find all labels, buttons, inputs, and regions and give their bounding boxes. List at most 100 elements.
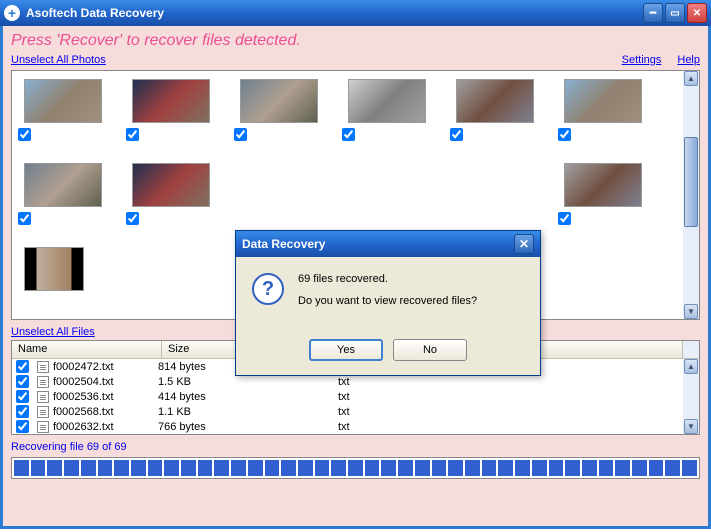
progress-segment: [148, 460, 163, 476]
dialog-message: 69 files recovered. Do you want to view …: [298, 273, 477, 317]
progress-segment: [281, 460, 296, 476]
file-checkbox[interactable]: [16, 360, 29, 373]
progress-segment: [164, 460, 179, 476]
table-row[interactable]: f0002568.txt 1.1 KBtxt: [12, 404, 699, 419]
scroll-thumb[interactable]: [684, 137, 698, 227]
photo-thumb: [132, 163, 210, 207]
progress-segment: [482, 460, 497, 476]
progress-segment: [231, 460, 246, 476]
dialog-close-button[interactable]: ✕: [514, 234, 534, 254]
close-button[interactable]: ✕: [687, 3, 707, 23]
photo-thumb: [564, 163, 642, 207]
progress-segment: [465, 460, 480, 476]
table-row[interactable]: f0002504.txt1.5 KBtxt: [12, 374, 699, 389]
file-checkbox[interactable]: [16, 420, 29, 433]
progress-segment: [298, 460, 313, 476]
unselect-all-files-link[interactable]: Unselect All Files: [11, 326, 95, 338]
photo-item[interactable]: [564, 79, 642, 123]
dialog-title: Data Recovery: [242, 237, 514, 251]
photo-item[interactable]: [456, 79, 534, 123]
photo-item[interactable]: [24, 163, 102, 207]
photo-item[interactable]: [24, 79, 102, 123]
progress-segment: [248, 460, 263, 476]
file-name: f0002472.txt: [53, 361, 114, 373]
scroll-up-icon[interactable]: ▲: [684, 359, 698, 374]
photo-thumb: [132, 79, 210, 123]
file-checkbox[interactable]: [16, 390, 29, 403]
minimize-button[interactable]: ━: [643, 3, 663, 23]
photo-thumb: [240, 79, 318, 123]
unselect-all-photos-link[interactable]: Unselect All Photos: [11, 54, 106, 66]
photo-item[interactable]: [240, 79, 318, 123]
photo-item[interactable]: [348, 79, 426, 123]
app-icon: +: [4, 5, 20, 21]
help-link[interactable]: Help: [677, 54, 700, 66]
file-ext: txt: [338, 406, 478, 418]
progress-segment: [632, 460, 647, 476]
progress-segment: [81, 460, 96, 476]
progress-segment: [181, 460, 196, 476]
progress-segment: [365, 460, 380, 476]
photo-checkbox[interactable]: [18, 212, 31, 225]
file-checkbox[interactable]: [16, 405, 29, 418]
progress-segment: [532, 460, 547, 476]
dialog-titlebar: Data Recovery ✕: [236, 231, 540, 257]
settings-link[interactable]: Settings: [622, 54, 662, 66]
no-button[interactable]: No: [393, 339, 467, 361]
photo-checkbox[interactable]: [126, 128, 139, 141]
table-row[interactable]: f0002632.txt 766 bytestxt: [12, 419, 699, 434]
progress-segment: [615, 460, 630, 476]
progress-segment: [348, 460, 363, 476]
file-name: f0002568.txt: [53, 406, 114, 418]
photo-item[interactable]: [132, 163, 210, 207]
photo-checkbox[interactable]: [18, 128, 31, 141]
progress-segment: [131, 460, 146, 476]
scroll-up-icon[interactable]: ▲: [684, 71, 698, 86]
photo-scrollbar[interactable]: ▲ ▼: [683, 71, 699, 319]
file-icon: [37, 406, 49, 418]
titlebar: + Asoftech Data Recovery ━ ▭ ✕: [0, 0, 711, 26]
column-header-name[interactable]: Name: [12, 341, 162, 358]
file-size: 414 bytes: [158, 391, 338, 403]
window-body: Press 'Recover' to recover files detecte…: [0, 26, 711, 529]
progress-segment: [265, 460, 280, 476]
file-ext: txt: [338, 391, 478, 403]
photo-checkbox[interactable]: [126, 212, 139, 225]
photo-item[interactable]: [564, 163, 642, 207]
file-ext: txt: [338, 421, 478, 433]
yes-button[interactable]: Yes: [309, 339, 383, 361]
file-icon: [37, 391, 49, 403]
photo-checkbox[interactable]: [450, 128, 463, 141]
photo-checkbox[interactable]: [342, 128, 355, 141]
file-size: 1.1 KB: [158, 406, 338, 418]
status-text: Recovering file 69 of 69: [11, 441, 700, 453]
photo-thumb: [24, 163, 102, 207]
file-size: 766 bytes: [158, 421, 338, 433]
photo-checkbox[interactable]: [558, 128, 571, 141]
file-name: f0002632.txt: [53, 421, 114, 433]
file-scrollbar[interactable]: ▲ ▼: [683, 359, 699, 434]
file-checkbox[interactable]: [16, 375, 29, 388]
photo-item[interactable]: [24, 247, 102, 291]
file-size: 1.5 KB: [158, 376, 338, 388]
progress-bar: [11, 457, 700, 479]
scroll-down-icon[interactable]: ▼: [684, 419, 698, 434]
progress-segment: [448, 460, 463, 476]
progress-segment: [198, 460, 213, 476]
progress-segment: [331, 460, 346, 476]
question-icon: ?: [252, 273, 284, 305]
maximize-button[interactable]: ▭: [665, 3, 685, 23]
photo-checkbox[interactable]: [234, 128, 247, 141]
photo-item[interactable]: [132, 79, 210, 123]
progress-segment: [665, 460, 680, 476]
file-ext: txt: [338, 376, 478, 388]
progress-segment: [582, 460, 597, 476]
scroll-down-icon[interactable]: ▼: [684, 304, 698, 319]
photo-checkbox[interactable]: [558, 212, 571, 225]
table-row[interactable]: f0002536.txt414 bytestxt: [12, 389, 699, 404]
file-icon: [37, 421, 49, 433]
file-icon: [37, 361, 49, 373]
progress-segment: [315, 460, 330, 476]
progress-segment: [565, 460, 580, 476]
progress-segment: [599, 460, 614, 476]
